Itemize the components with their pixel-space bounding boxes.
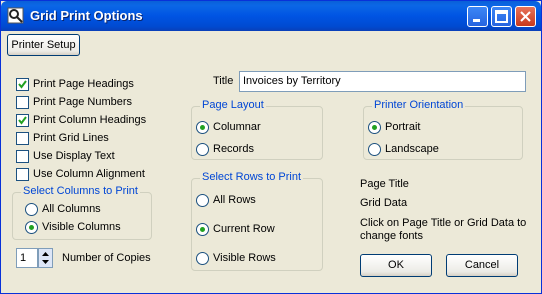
radio-dot [200,124,205,130]
close-button[interactable] [515,6,536,27]
rows-to-print-legend: Select Rows to Print [200,171,304,183]
option-use-column-alignment[interactable]: Use Column Alignment [16,166,145,182]
option-print-column-headings[interactable]: Print Column Headings [16,112,146,128]
copies-label: Number of Copies [62,252,151,264]
checkbox[interactable] [16,167,29,181]
checkbox[interactable] [16,77,29,91]
radio-button[interactable] [196,193,209,207]
radio-button[interactable] [196,222,209,236]
radio-visible-columns[interactable]: Visible Columns [25,219,121,235]
radio-button[interactable] [25,220,38,234]
cancel-button[interactable]: Cancel [446,254,518,277]
printer-setup-button[interactable]: Printer Setup [7,34,80,56]
radio-all-rows[interactable]: All Rows [196,192,256,208]
radio-button[interactable] [196,142,209,156]
grid-data-font-link[interactable]: Grid Data [360,197,407,209]
radio-label: Current Row [213,223,275,235]
fonts-hint-text: Click on Page Title or Grid Data to chan… [360,217,527,242]
close-icon [520,11,531,22]
checkbox[interactable] [16,95,29,109]
checkbox[interactable] [16,149,29,163]
option-label: Print Page Headings [33,78,134,90]
minimize-button[interactable] [467,6,488,27]
option-use-display-text[interactable]: Use Display Text [16,148,115,164]
maximize-icon [495,10,508,23]
option-label: Print Page Numbers [33,96,133,108]
window-title: Grid Print Options [30,8,143,23]
ok-button[interactable]: OK [360,254,432,277]
check-icon [18,79,27,89]
radio-button[interactable] [196,120,209,134]
radio-label: Columnar [213,121,261,133]
maximize-button[interactable] [491,6,512,27]
checkbox[interactable] [16,113,29,127]
copies-spinner[interactable] [38,248,53,268]
checkbox[interactable] [16,131,29,145]
radio-label: All Columns [42,203,101,215]
option-print-grid-lines[interactable]: Print Grid Lines [16,130,109,146]
radio-label: All Rows [213,194,256,206]
title-label: Title [213,75,234,87]
radio-button[interactable] [368,142,381,156]
radio-columnar[interactable]: Columnar [196,119,261,135]
option-label: Print Column Headings [33,114,147,126]
radio-label: Portrait [385,121,421,133]
page-title-font-link[interactable]: Page Title [360,178,409,190]
copies-input[interactable]: 1 [16,248,38,268]
grid-print-options-window: Grid Print Options Printer Setup Print P… [0,0,542,294]
option-label: Print Grid Lines [33,132,109,144]
radio-records[interactable]: Records [196,141,254,157]
radio-button[interactable] [196,251,209,265]
option-label: Use Column Alignment [33,168,145,180]
radio-all-columns[interactable]: All Columns [25,201,101,217]
title-input[interactable]: Invoices by Territory [239,71,526,92]
radio-label: Landscape [385,143,439,155]
radio-label: Visible Rows [213,252,276,264]
radio-button[interactable] [25,202,38,216]
radio-button[interactable] [368,120,381,134]
option-label: Use Display Text [33,150,115,162]
check-icon [18,115,27,125]
option-print-page-headings[interactable]: Print Page Headings [16,76,134,92]
printer-orientation-legend: Printer Orientation [372,99,466,111]
page-layout-legend: Page Layout [200,99,266,111]
radio-portrait[interactable]: Portrait [368,119,420,135]
radio-visible-rows[interactable]: Visible Rows [196,250,276,266]
radio-label: Records [213,143,254,155]
title-bar[interactable]: Grid Print Options [1,1,541,31]
spinner-arrows-icon [42,252,49,264]
select-columns-legend: Select Columns to Print [21,185,140,197]
radio-label: Visible Columns [42,221,121,233]
radio-dot [372,124,377,130]
app-icon [7,7,24,24]
option-print-page-numbers[interactable]: Print Page Numbers [16,94,132,110]
radio-dot [29,224,34,230]
radio-landscape[interactable]: Landscape [368,141,439,157]
radio-current-row[interactable]: Current Row [196,221,275,237]
radio-dot [200,226,205,232]
minimize-icon [473,19,480,22]
